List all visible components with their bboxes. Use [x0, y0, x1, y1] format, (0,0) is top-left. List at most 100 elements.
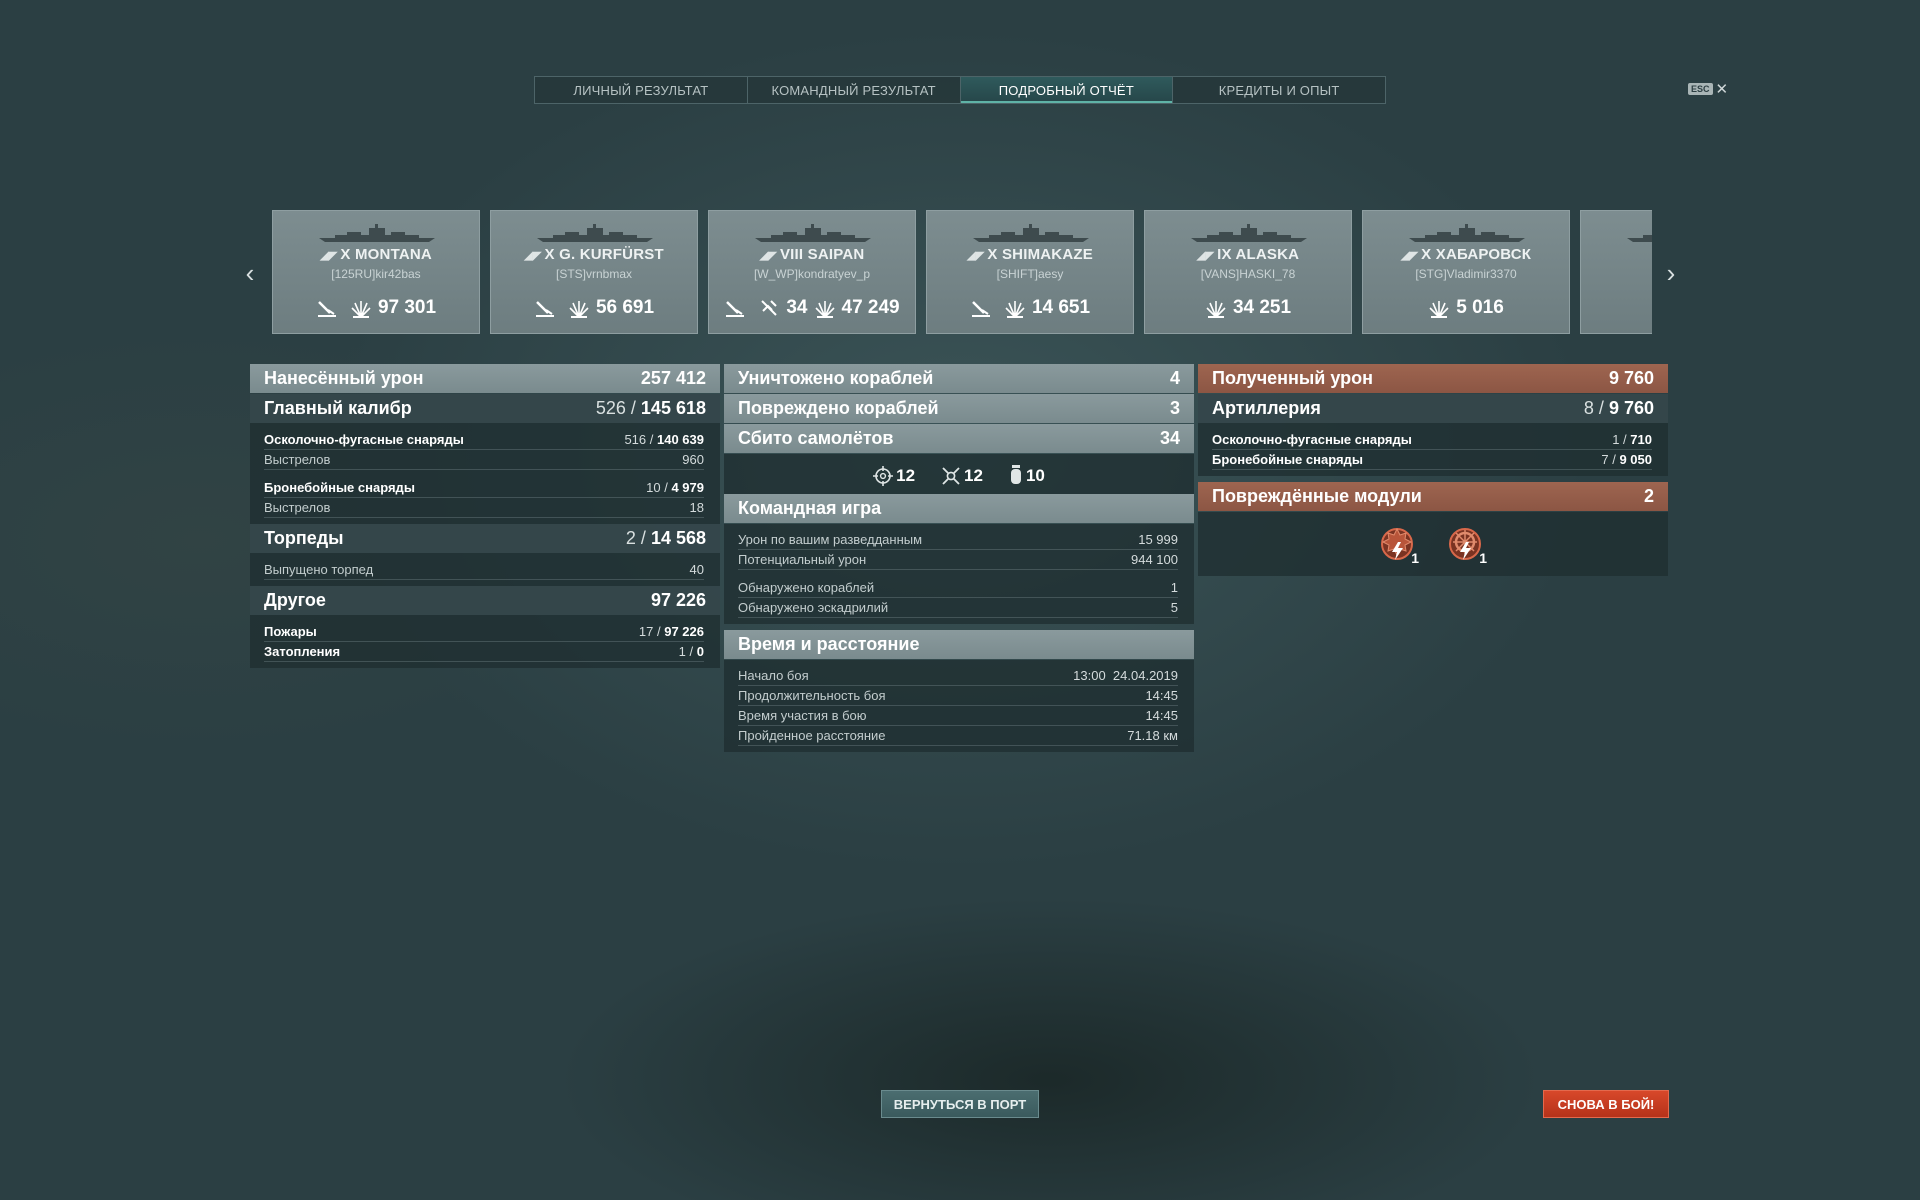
he-shots-value: 960 — [682, 452, 704, 467]
ship-stats: 14 651 — [927, 297, 1133, 319]
battle-again-button[interactable]: СНОВА В БОЙ! — [1543, 1090, 1669, 1118]
ap-shells-hits: 10 / — [646, 480, 668, 495]
potential-damage-label: Потенциальный урон — [738, 552, 867, 567]
ship-card[interactable]: ◢◤ X G. KURFÜRST [STS]vrnbmax 56 691 — [490, 210, 698, 334]
ribbon-shell-icon — [316, 297, 338, 319]
ship-tier: X — [340, 246, 351, 263]
spotted-ships-value: 1 — [1170, 580, 1178, 595]
floods-label: Затопления — [264, 644, 341, 659]
ship-class-icon: ◢◤ — [1400, 250, 1419, 262]
main-caliber-header: Главный калибр 526 / 145 618 — [250, 394, 720, 423]
ship-tier: X — [544, 246, 555, 263]
battle-duration-row: Продолжительность боя 14:45 — [738, 686, 1178, 706]
result-tabs: ЛИЧНЫЙ РЕЗУЛЬТАТ КОМАНДНЫЙ РЕЗУЛЬТАТ ПОД… — [534, 76, 1386, 104]
potential-damage-value: 944 100 — [1131, 552, 1178, 567]
other-value: 97 226 — [650, 590, 706, 610]
crosshair-icon — [873, 466, 894, 486]
spotted-squadrons-label: Обнаружено эскадрилий — [738, 600, 889, 615]
player-name: [W_WP]kondratyev_p — [753, 267, 871, 281]
ship-card[interactable]: ◢◤ IX ALASKA [VANS]HASKI_78 34 251 — [1144, 210, 1352, 334]
ship-stats: 5 016 — [1363, 297, 1569, 319]
damage-dealt-panel: Нанесённый урон 257 412 Главный калибр 5… — [250, 364, 720, 668]
tab-detailed-report[interactable]: ПОДРОБНЫЙ ОТЧЁТ — [960, 77, 1174, 103]
ship-stat-value: 56 691 — [595, 297, 655, 318]
spotting-damage-row: Урон по вашим разведданным 15 999 — [738, 530, 1178, 550]
received-ap-label: Бронебойные снаряды — [1212, 452, 1363, 467]
damage-received-header: Полученный урон 9 760 — [1198, 364, 1668, 393]
steering-module: 1 — [1445, 524, 1489, 566]
received-ap-hits: 7 / — [1601, 452, 1616, 467]
floods-value: 0 — [696, 644, 704, 659]
ship-tier: X — [987, 246, 998, 263]
ship-silhouette-icon — [1407, 223, 1527, 243]
participation-time-label: Время участия в бою — [738, 708, 867, 723]
ship-card[interactable]: ◢◤ X ХАБАРОВСК [STG]Vladimir3370 5 016 — [1362, 210, 1570, 334]
ship-title: G. KURFÜRST — [559, 246, 664, 263]
ship-stat-value: 14 651 — [1031, 297, 1091, 318]
engine-module: 1 — [1377, 524, 1421, 566]
ship-stats: 34 251 — [1145, 297, 1351, 319]
crosshair-count: 12 — [896, 466, 916, 485]
ship-stats: 34 47 249 — [709, 297, 915, 319]
ship-title: ХАБАРОВСК — [1435, 246, 1532, 263]
received-he-hits: 1 / — [1612, 432, 1627, 447]
player-name: [CIP — [1581, 267, 1652, 281]
time-distance-header: Время и расстояние — [724, 630, 1194, 659]
plane-shot-icon — [758, 297, 780, 319]
splash-damage-icon — [814, 297, 836, 319]
ship-card[interactable]: ◢◤ X SHIMAKAZE [SHIFT]aesy 14 651 — [926, 210, 1134, 334]
splash-damage-icon — [1004, 297, 1026, 319]
floods-hits: 1 / — [678, 644, 694, 659]
tab-credits-xp[interactable]: КРЕДИТЫ И ОПЫТ — [1173, 77, 1385, 103]
ship-class-icon: ◢◤ — [320, 250, 338, 262]
battle-start-row: Начало боя 13:00 24.04.2019 — [738, 666, 1178, 686]
carousel-next-arrow[interactable]: › — [1661, 258, 1681, 288]
tab-personal-result[interactable]: ЛИЧНЫЙ РЕЗУЛЬТАТ — [535, 77, 748, 103]
ap-shells-row: Бронебойные снаряды 10 / 4 979 — [264, 478, 704, 498]
ship-name: ◢◤ X SHIMAKAZE — [927, 246, 1133, 263]
ship-title: ALASKA — [1235, 246, 1300, 263]
ship-stat-value: 34 251 — [1232, 297, 1292, 318]
time-distance-label: Время и расстояние — [738, 634, 920, 654]
player-name: [VANS]HASKI_78 — [1200, 267, 1296, 281]
ship-class-icon: ◢◤ — [1196, 250, 1215, 262]
damaged-modules-label: Повреждённые модули — [1212, 486, 1422, 506]
spotted-squadrons-value: 5 — [1170, 600, 1178, 615]
artillery-label: Артиллерия — [1212, 398, 1321, 418]
battle-start-label: Начало боя — [738, 668, 809, 683]
ship-card[interactable]: ◢◤ VIII SAIPAN [W_WP]kondratyev_p 34 47 249 — [708, 210, 916, 334]
torpedoes-fired-value: 40 — [689, 562, 704, 577]
ship-name: ◢◤ IX ALASKA — [1145, 246, 1351, 263]
damage-received-panel: Полученный урон 9 760 Артиллерия 8 / 9 7… — [1198, 364, 1668, 576]
ship-class-icon: ◢◤ — [967, 250, 985, 262]
return-to-port-button[interactable]: ВЕРНУТЬСЯ В ПОРТ — [881, 1090, 1039, 1118]
potential-damage-row: Потенциальный урон 944 100 — [738, 550, 1178, 570]
damage-received-label: Полученный урон — [1212, 368, 1373, 388]
ap-shots-label: Выстрелов — [264, 500, 331, 515]
destroyed-ships-label: Уничтожено кораблей — [738, 368, 934, 388]
received-ap-value: 9 050 — [1619, 452, 1652, 467]
destroyed-ships-value: 4 — [1169, 368, 1180, 388]
tab-team-result[interactable]: КОМАНДНЫЙ РЕЗУЛЬТАТ — [748, 77, 961, 103]
player-name: [STG]Vladimir3370 — [1415, 267, 1517, 281]
artillery-hits: 8 / — [1583, 398, 1604, 418]
torpedoes-label: Торпеды — [264, 528, 344, 548]
steering-damage-count: 1 — [1479, 550, 1487, 566]
he-shells-hits: 516 / — [624, 432, 654, 447]
ship-card[interactable]: ◢ [CIP — [1580, 210, 1652, 334]
player-name: [125RU]kir42bas — [331, 267, 421, 281]
close-button[interactable]: ESC ✕ — [1688, 80, 1728, 98]
ship-card[interactable]: ◢◤ X MONTANA [125RU]kir42bas 97 301 — [272, 210, 480, 334]
torpedoes-fired-row: Выпущено торпед 40 — [264, 560, 704, 580]
other-label: Другое — [264, 590, 326, 610]
close-icon: ✕ — [1715, 81, 1729, 98]
engine-damage-count: 1 — [1411, 550, 1419, 566]
distance-label: Пройденное расстояние — [738, 728, 886, 743]
ship-carousel: ◢◤ X MONTANA [125RU]kir42bas 97 301 ◢◤ X G. K… — [272, 210, 1652, 334]
bomb-count: 10 — [1025, 466, 1045, 485]
player-name: [SHIFT]aesy — [996, 267, 1064, 281]
distance-row: Пройденное расстояние 71.18 км — [738, 726, 1178, 746]
ap-shots-value: 18 — [689, 500, 704, 515]
carousel-prev-arrow[interactable]: ‹ — [240, 258, 260, 288]
damage-received-value: 9 760 — [1608, 368, 1654, 388]
